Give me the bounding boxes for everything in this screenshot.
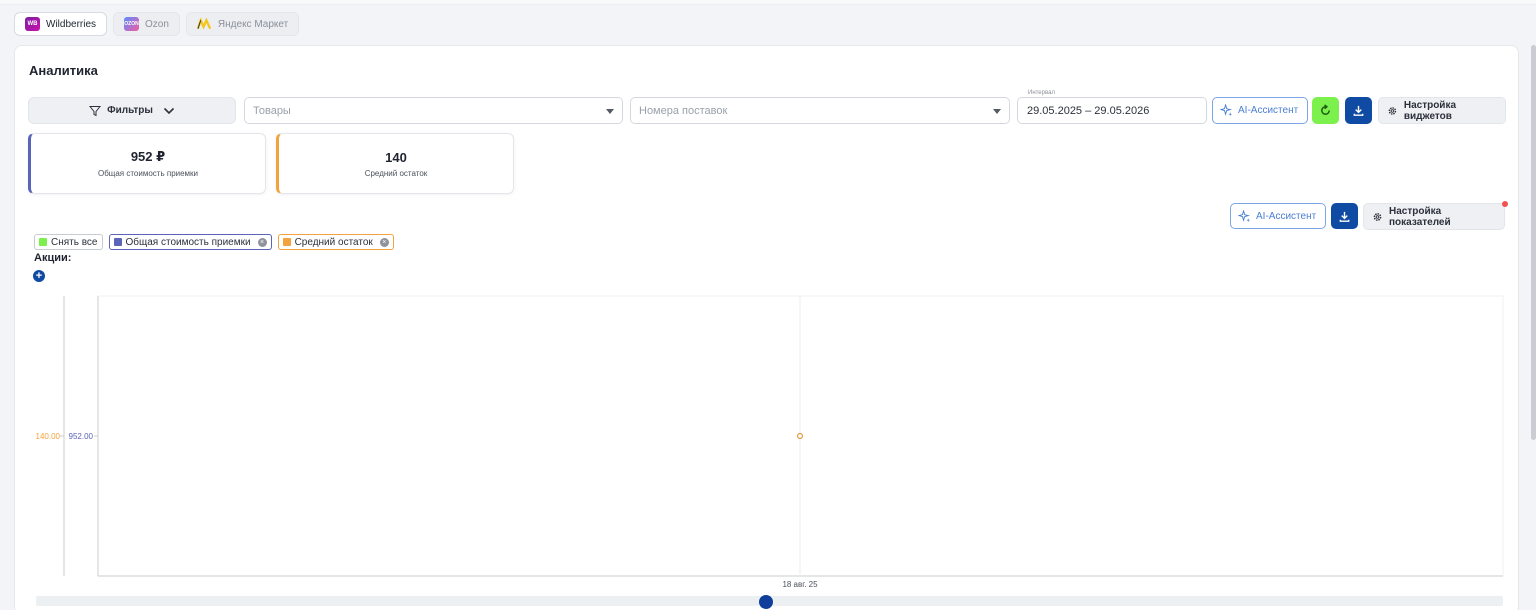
wildberries-logo-icon: WB	[25, 17, 40, 31]
page-scrollbar[interactable]	[1531, 45, 1536, 440]
top-strip	[0, 0, 1536, 5]
marketplace-tabs: WB Wildberries OZON Ozon Яндекс Маркет	[14, 12, 300, 36]
data-point-series-2	[796, 433, 803, 440]
tab-ozon[interactable]: OZON Ozon	[113, 12, 180, 36]
analytics-card: Аналитика Фильтры Товары Номера поставок…	[14, 45, 1519, 610]
tab-yandex-market[interactable]: Яндекс Маркет	[185, 12, 300, 36]
range-slider-handle[interactable]	[759, 595, 773, 609]
tab-yandex-market-label: Яндекс Маркет	[217, 18, 289, 30]
ozon-logo-icon: OZON	[124, 17, 140, 31]
line-chart: 140.00 952.00 18 авг. 25	[36, 295, 1504, 589]
yandex-market-logo-icon	[196, 17, 212, 31]
tab-wildberries[interactable]: WB Wildberries	[14, 12, 108, 36]
tab-wildberries-label: Wildberries	[46, 18, 97, 30]
y-tick-label-acceptance-cost: 952.00	[69, 432, 94, 441]
y-tick-label-average-stock: 140.00	[36, 432, 61, 441]
x-tick-label: 18 авг. 25	[782, 580, 818, 589]
tab-ozon-label: Ozon	[145, 18, 169, 30]
